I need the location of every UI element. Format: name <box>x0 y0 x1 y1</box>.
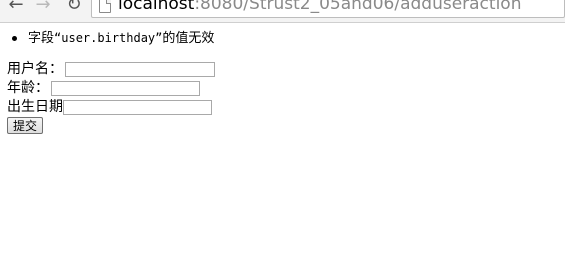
username-row: 用户名： <box>7 60 215 78</box>
url-path: :8080/Strust2_05and06/adduseraction <box>194 0 522 14</box>
age-label: 年龄： <box>7 80 49 96</box>
birthday-row: 出生日期 <box>7 98 212 116</box>
url-host: localhost <box>118 0 195 14</box>
submit-button[interactable]: 提交 <box>7 117 44 134</box>
forward-icon[interactable]: → <box>32 0 54 16</box>
age-field[interactable] <box>51 80 200 96</box>
error-prefix: 字段 <box>28 31 55 46</box>
browser-toolbar: ← → ↻ localhost:8080/Strust2_05and06/add… <box>0 0 565 23</box>
birthday-field[interactable] <box>63 99 212 115</box>
username-field[interactable] <box>65 61 215 77</box>
age-row: 年龄： <box>7 79 200 97</box>
address-bar[interactable]: localhost:8080/Strust2_05and06/adduserac… <box>91 0 565 18</box>
page-icon <box>99 0 111 13</box>
error-message: 字段“user.birthday”的值无效 <box>12 30 215 47</box>
back-icon[interactable]: ← <box>5 0 27 16</box>
username-label: 用户名： <box>7 61 63 77</box>
url-text[interactable]: localhost:8080/Strust2_05and06/adduserac… <box>118 0 521 14</box>
birthday-label: 出生日期 <box>7 99 63 115</box>
bullet-icon <box>12 36 17 41</box>
error-suffix: 的值无效 <box>162 31 215 46</box>
reload-icon[interactable]: ↻ <box>63 0 85 16</box>
error-field: “user.birthday” <box>54 31 163 45</box>
